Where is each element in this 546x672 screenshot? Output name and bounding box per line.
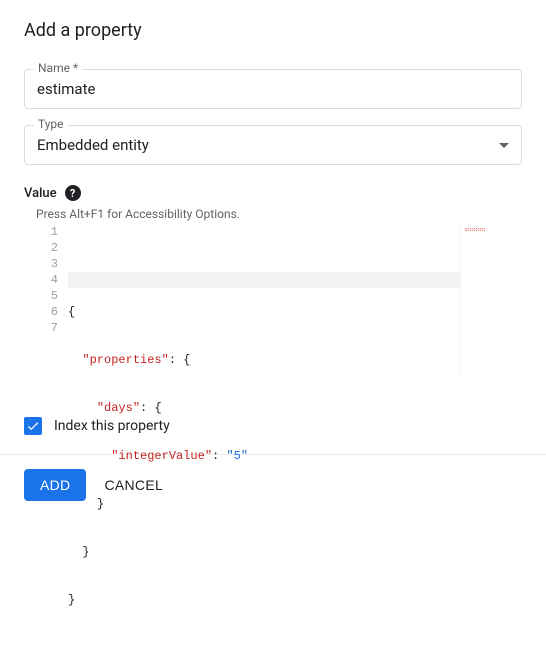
type-label: Type [34,117,68,131]
accessibility-hint: Press Alt+F1 for Accessibility Options. [36,207,522,221]
code-area[interactable]: { "properties": { "days": { "integerValu… [68,224,522,373]
minimap-highlight [465,228,485,231]
line-number: 2 [24,240,58,256]
line-number: 3 [24,256,58,272]
json-key: "days" [97,401,140,415]
name-field-wrap: Name * [24,69,522,109]
json-key: "properties" [82,353,168,367]
brace: { [68,305,75,319]
index-checkbox[interactable] [24,417,42,435]
line-number: 5 [24,288,58,304]
code-editor[interactable]: 1 2 3 4 5 6 7 { "properties": { "days": … [24,223,522,373]
dialog-title: Add a property [24,20,522,41]
checkmark-icon [26,419,40,433]
value-label: Value [24,186,57,201]
add-property-dialog: Add a property Name * Type Embedded enti… [0,0,546,435]
json-key: "integerValue" [111,449,212,463]
line-number: 4 [24,272,58,288]
type-select[interactable]: Embedded entity [24,125,522,165]
line-number: 6 [24,304,58,320]
brace: } [82,545,89,559]
line-number: 1 [24,224,58,240]
type-field-wrap: Type Embedded entity [24,125,522,165]
json-value: "5" [226,449,248,463]
brace: } [97,497,104,511]
name-label: Name * [34,61,82,75]
type-value: Embedded entity [37,136,149,154]
name-input[interactable] [24,69,522,109]
line-number: 7 [24,320,58,336]
help-icon[interactable]: ? [65,185,81,201]
line-gutter: 1 2 3 4 5 6 7 [24,224,68,373]
dropdown-arrow-icon [499,143,509,148]
value-header: Value ? [24,185,522,201]
brace: } [68,593,75,607]
